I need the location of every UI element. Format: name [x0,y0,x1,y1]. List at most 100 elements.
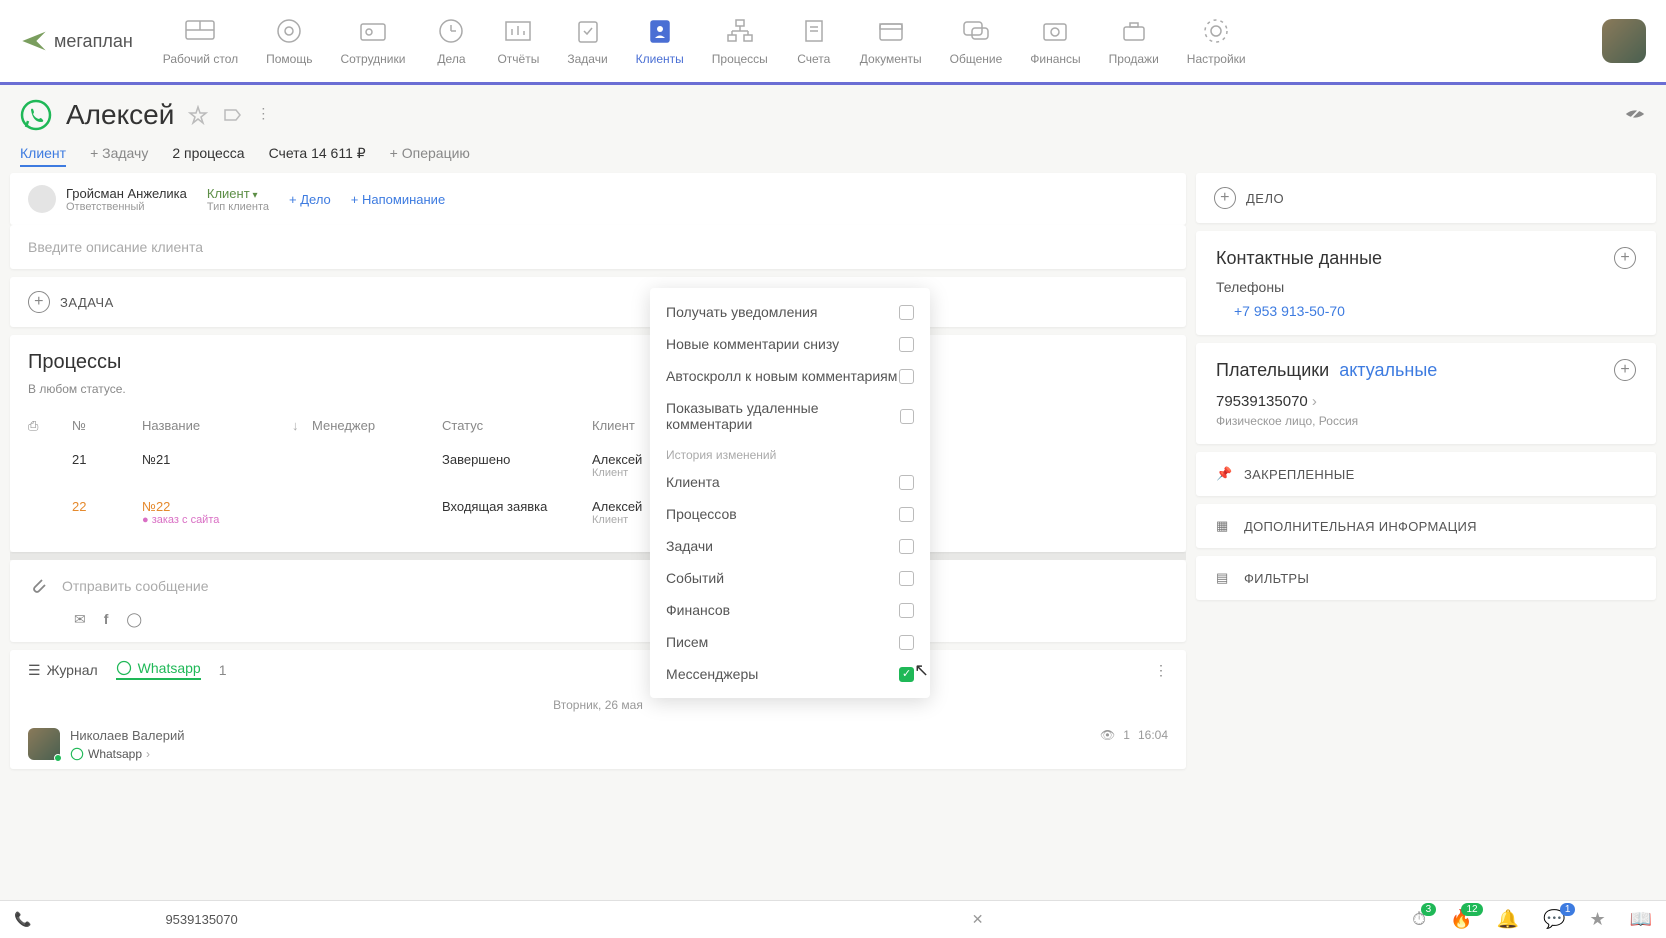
clock-icon[interactable]: ⏱3 [1412,909,1426,930]
add-reminder-link[interactable]: + Напоминание [351,192,445,207]
bottom-bar: 📞 9539135070 ✕ ⏱3 🔥12 🔔 💬1 ★ 📖 [0,900,1666,938]
popup-option[interactable]: Задачи [650,530,930,562]
checkbox[interactable] [899,305,914,320]
nav-deals[interactable]: Дела [433,16,469,66]
checkbox[interactable] [899,539,914,554]
nav-settings[interactable]: Настройки [1187,16,1246,66]
phone-icon[interactable]: 📞 [14,911,31,928]
phones-label: Телефоны [1216,279,1636,295]
client-type[interactable]: Клиент Тип клиента [207,186,269,213]
add-task-icon[interactable]: + [28,291,50,313]
star-nav-icon[interactable]: ★ [1589,909,1605,930]
checkbox[interactable] [899,507,914,522]
whatsapp-small-icon[interactable]: ◯ [126,611,142,628]
checkbox-checked[interactable] [899,667,914,682]
nav-docs[interactable]: Документы [860,16,922,66]
book-icon[interactable]: 📖 [1630,909,1652,930]
message-via[interactable]: Whatsapp› [70,747,1090,761]
star-icon[interactable] [188,105,208,125]
close-icon[interactable]: ✕ [972,911,984,928]
tab-client[interactable]: Клиент [20,145,66,167]
nav-reports[interactable]: Отчёты [497,16,539,66]
bell-icon[interactable]: 🔔 [1497,909,1519,930]
nav-bills[interactable]: Счета [796,16,832,66]
bottom-phone-number[interactable]: 9539135070 [165,912,237,927]
nav-tasks[interactable]: Задачи [567,16,607,66]
checkbox[interactable] [899,475,914,490]
nav-processes[interactable]: Процессы [712,16,768,66]
logo[interactable]: мегаплан [20,27,133,55]
tab-add-task[interactable]: + Задачу [90,145,148,167]
add-payer-icon[interactable]: + [1614,359,1636,381]
tab-add-operation[interactable]: + Операцию [390,145,470,167]
extra-info-section[interactable]: ▦ ДОПОЛНИТЕЛЬНАЯ ИНФОРМАЦИЯ [1196,504,1656,548]
message-card: Отправить сообщение ✉ f ◯ [10,560,1186,642]
journal-card: ☰Журнал Whatsapp 1 ⋮ Вторник, 26 мая Ник… [10,650,1186,769]
col-config-icon[interactable]: ⎙ [28,418,72,434]
nav-sales[interactable]: Продажи [1109,16,1159,66]
phone-link[interactable]: +7 953 913-50-70 [1234,303,1345,319]
add-deal-link[interactable]: + Дело [289,192,331,207]
nav-clients[interactable]: Клиенты [636,16,684,66]
tab-bills[interactable]: Счета 14 611 ₽ [269,145,366,167]
email-icon[interactable]: ✉ [74,611,86,628]
payer-link[interactable]: 79539135070 [1216,393,1636,410]
message-input[interactable]: Отправить сообщение [62,578,1168,594]
popup-option[interactable]: Автоскролл к новым комментариям [650,360,930,392]
checkbox[interactable] [899,337,914,352]
message-avatar[interactable] [28,728,60,760]
checkbox[interactable] [899,635,914,650]
logo-text: мегаплан [54,31,133,52]
contacts-title: Контактные данные [1216,248,1382,269]
pinned-section[interactable]: 📌 ЗАКРЕПЛЕННЫЕ [1196,452,1656,496]
processes-status-filter[interactable]: В любом статусе. [28,382,1168,396]
deal-section[interactable]: + ДЕЛО [1196,173,1656,223]
description-input[interactable]: Введите описание клиента [10,225,1186,269]
journal-menu-icon[interactable]: ⋮ [1154,662,1168,679]
checkbox[interactable] [899,369,914,384]
popup-option[interactable]: Показывать удаленные комментарии [650,392,930,440]
table-row[interactable]: 22 №22● заказ с сайта Входящая заявка Ал… [28,489,1168,536]
nav-finance[interactable]: Финансы [1030,16,1080,66]
popup-option[interactable]: Получать уведомления [650,296,930,328]
user-avatar[interactable] [1602,19,1646,63]
client-header: Алексей ⋮ [0,85,1666,145]
checkbox[interactable] [899,571,914,586]
popup-option[interactable]: Писем [650,626,930,658]
popup-option[interactable]: Финансов [650,594,930,626]
filters-section[interactable]: ▤ ФИЛЬТРЫ [1196,556,1656,600]
more-menu-icon[interactable]: ⋮ [256,105,276,125]
nav-desktop[interactable]: Рабочий стол [163,16,238,66]
fire-icon[interactable]: 🔥12 [1450,909,1472,930]
facebook-icon[interactable]: f [104,611,109,628]
sort-icon[interactable]: ↓ [292,418,312,434]
add-contact-icon[interactable]: + [1614,247,1636,269]
pin-icon: 📌 [1216,466,1232,482]
popup-option[interactable]: Клиента [650,466,930,498]
popup-option[interactable]: Новые комментарии снизу [650,328,930,360]
visibility-icon[interactable] [1624,103,1646,128]
views-icon: 👁 [1100,728,1115,742]
chat-icon[interactable]: 💬1 [1543,909,1565,930]
popup-option[interactable]: Процессов [650,498,930,530]
checkbox[interactable] [900,409,915,424]
tag-icon[interactable] [222,105,242,125]
task-label: ЗАДАЧА [60,295,114,310]
popup-option[interactable]: Событий [650,562,930,594]
nav-chat[interactable]: Общение [950,16,1003,66]
add-deal-icon[interactable]: + [1214,187,1236,209]
attach-icon[interactable] [28,574,48,597]
payers-filter[interactable]: актуальные [1339,360,1437,381]
responsible-person[interactable]: Гройсман АнжеликаОтветственный [28,185,187,213]
date-divider: Вторник, 26 мая [10,690,1186,720]
tab-processes[interactable]: 2 процесса [172,145,244,167]
table-row[interactable]: 21 №21 Завершено АлексейКлиент [28,442,1168,489]
nav-employees[interactable]: Сотрудники [340,16,405,66]
whatsapp-tab[interactable]: Whatsapp [116,660,201,680]
message-author: Николаев Валерий [70,728,1090,743]
nav-help[interactable]: Помощь [266,16,312,66]
journal-tab[interactable]: ☰Журнал [28,662,98,679]
popup-option-messengers[interactable]: Мессенджеры [650,658,930,690]
checkbox[interactable] [899,603,914,618]
social-channels: ✉ f ◯ [10,611,1186,642]
